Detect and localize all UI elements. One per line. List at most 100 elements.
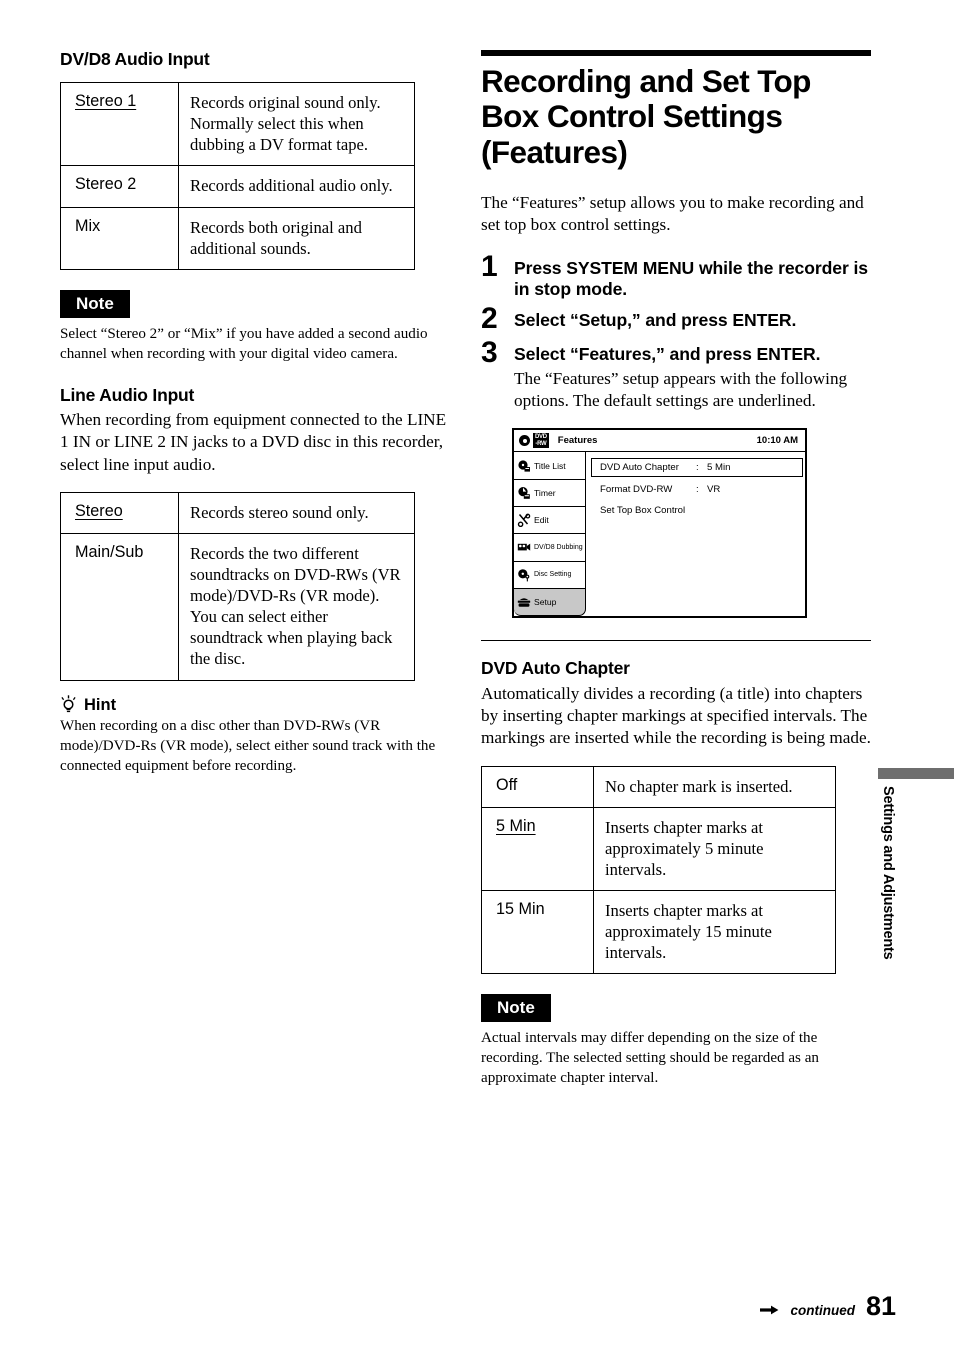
table-row: Off No chapter mark is inserted. [481,765,836,808]
sidebar-item-label: Setup [534,596,557,607]
table-row: Mix Records both original and additional… [60,206,415,270]
osd-option-label: Set Top Box Control [600,505,686,517]
osd-sidebar: Title List Timer Edit DV/D8 Dubbing Disc… [514,452,586,617]
osd-option-row[interactable]: Format DVD-RW : VR [594,481,799,498]
step-item: 2 Select “Setup,” and press ENTER. [481,301,871,335]
sidebar-item-dv-d8-dubbing[interactable]: DV/D8 Dubbing [514,534,586,562]
section-divider [481,640,871,642]
step-title: Select “Features,” and press ENTER. [514,343,821,364]
note-badge: Note [481,994,551,1023]
option-cell: 5 Min [481,806,594,891]
side-tab: Settings and Adjustments [878,768,954,998]
title-list-icon [517,459,531,473]
line-audio-intro: When recording from equipment connected … [60,410,447,474]
page-number: 81 [865,1291,896,1321]
sidebar-item-label: Timer [534,487,556,498]
osd-option-row-selected[interactable]: DVD Auto Chapter : 5 Min [591,458,803,478]
sidebar-item-label: Edit [534,515,549,526]
option-cell: Stereo 1 [60,82,179,167]
sidebar-item-edit[interactable]: Edit [514,506,586,535]
osd-option-label: DVD Auto Chapter [600,462,679,474]
osd-title-bar: DVD -RW Features 10:10 AM [514,430,805,453]
line-audio-input-table: Stereo Records stereo sound only. Main/S… [60,492,415,681]
manual-page: DV/D8 Audio Input Stereo 1 Records origi… [0,0,954,1352]
osd-title: Features [557,435,598,447]
table-row: Stereo Records stereo sound only. [60,492,415,535]
description-cell: Inserts chapter marks at approximately 5… [593,806,836,891]
step-title: Press SYSTEM MENU while the recorder is … [514,257,868,299]
sidebar-item-label: DV/D8 Dubbing [534,543,583,551]
option-cell: Stereo 2 [60,165,179,208]
disc-icon [519,435,530,447]
camcorder-icon [517,540,531,554]
table-row: Stereo 2 Records additional audio only. [60,165,415,208]
option-cell: Mix [60,206,179,270]
scissors-icon [517,513,531,528]
option-cell: Off [481,765,594,808]
osd-option-row[interactable]: Set Top Box Control [594,502,799,519]
dvd-rw-badge-icon: DVD -RW [533,433,549,449]
table-row: 5 Min Inserts chapter marks at approxima… [481,806,836,891]
sidebar-item-disc-setting[interactable]: Disc Setting [514,561,586,589]
option-cell: 15 Min [481,889,594,975]
step-body: Select “Features,” and press ENTER. The … [514,339,871,413]
dvd-auto-chapter-table: Off No chapter mark is inserted. 5 Min I… [481,765,836,975]
osd-option-value: 5 Min [707,462,731,474]
side-tab-label: Settings and Adjustments [880,786,896,960]
dvd-badge-line2: -RW [535,440,547,447]
osd-option-label: Format DVD-RW [600,484,673,496]
toolbox-icon [517,595,531,609]
osd-options-panel: DVD Auto Chapter : 5 Min Format DVD-RW :… [586,452,805,616]
osd-option-separator: : [696,484,699,496]
osd-option-value: VR [707,484,721,496]
line-audio-input-heading: Line Audio Input [60,384,195,405]
table-row: Main/Sub Records the two different sound… [60,533,415,681]
option-label: Stereo 1 [75,92,137,111]
step-item: 3 Select “Features,” and press ENTER. Th… [481,337,871,413]
hint-header: Hint [60,694,450,715]
step-description: The “Features” setup appears with the fo… [514,368,848,410]
osd-clock: 10:10 AM [756,435,798,447]
hint-text: When recording on a disc other than DVD-… [60,717,436,774]
description-cell: Records stereo sound only. [178,492,415,535]
option-cell: Main/Sub [60,533,179,681]
right-column: Recording and Set Top Box Control Settin… [481,50,871,1088]
option-label: 15 Min [496,899,545,918]
section-rule [481,50,871,56]
disc-setting-icon [517,568,531,582]
dvd-auto-chapter-intro: Automatically divides a recording (a tit… [481,683,871,748]
option-label: 5 Min [496,816,536,835]
table-row: Stereo 1 Records original sound only. No… [60,82,415,167]
step-item: 1 Press SYSTEM MENU while the recorder i… [481,249,871,300]
osd-option-separator: : [696,462,699,474]
description-cell: Records additional audio only. [178,165,415,208]
osd-screenshot: DVD -RW Features 10:10 AM Title List Tim… [512,428,807,619]
step-body: Select “Setup,” and press ENTER. [514,305,871,331]
left-column: DV/D8 Audio Input Stereo 1 Records origi… [60,49,450,776]
arrow-right-icon [760,1302,779,1315]
step-number: 1 [481,249,498,283]
option-cell: Stereo [60,492,179,535]
sidebar-item-timer[interactable]: Timer [514,479,586,507]
dv-d8-audio-input-heading: DV/D8 Audio Input [60,49,210,69]
description-cell: Records the two different soundtracks on… [178,533,415,681]
note-text: Select “Stereo 2” or “Mix” if you have a… [60,325,428,362]
dv-d8-audio-input-table: Stereo 1 Records original sound only. No… [60,82,415,270]
step-title: Select “Setup,” and press ENTER. [514,309,797,330]
step-number: 2 [481,301,498,335]
option-label: Mix [75,216,101,235]
hint-label: Hint [84,696,117,715]
page-title: Recording and Set Top Box Control Settin… [481,63,811,170]
sidebar-item-setup[interactable]: Setup [514,588,586,617]
sidebar-item-title-list[interactable]: Title List [514,452,586,480]
dvd-badge-line1: DVD [535,434,547,441]
sidebar-item-label: Disc Setting [534,571,572,579]
continued-label: continued [790,1303,855,1318]
table-row: 15 Min Inserts chapter marks at approxim… [481,889,836,975]
sidebar-item-label: Title List [534,460,566,471]
step-body: Press SYSTEM MENU while the recorder is … [514,253,871,300]
description-cell: Records both original and additional sou… [178,206,415,270]
side-tab-bar [878,768,954,779]
note-badge: Note [60,289,130,318]
lightbulb-icon [60,694,77,714]
